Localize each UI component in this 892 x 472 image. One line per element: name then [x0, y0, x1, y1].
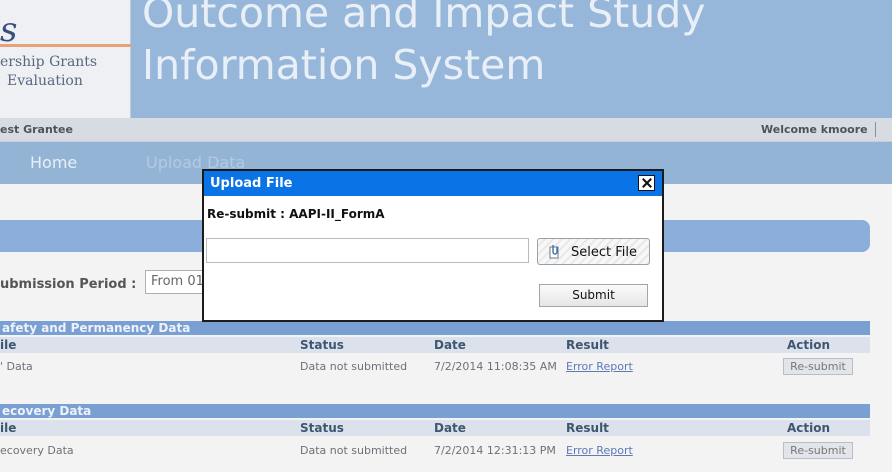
close-icon[interactable] [638, 175, 655, 191]
dialog-subtitle: Re-submit : AAPI-II_FormA [207, 207, 385, 221]
userbar-divider [875, 122, 876, 137]
nav-home[interactable]: Home [30, 153, 77, 172]
row-date: 7/2/2014 12:31:13 PM [434, 444, 556, 457]
error-report-link[interactable]: Error Report [566, 360, 633, 373]
submission-period-label: ubmission Period : [0, 277, 137, 292]
table-header: ile Status Date Result Action [0, 420, 870, 436]
section-header-recovery: ecovery Data [0, 404, 870, 418]
column-date: Date [434, 421, 466, 435]
app-title: Outcome and Impact Study Information Sys… [142, 0, 706, 88]
row-status: Data not submitted [300, 360, 408, 373]
column-title: ile [0, 338, 17, 352]
submission-period-select[interactable]: From 01 [145, 270, 207, 294]
submit-button[interactable]: Submit [539, 284, 648, 307]
dialog-title: Upload File [210, 176, 293, 191]
column-title: ile [0, 421, 17, 435]
resubmit-button[interactable]: Re-submit [783, 442, 853, 459]
welcome-message: Welcome kmoore [761, 123, 868, 136]
resubmit-button[interactable]: Re-submit [783, 358, 853, 375]
paperclip-icon [549, 245, 559, 259]
app-title-line2: Information System [142, 41, 546, 89]
select-file-button[interactable]: Select File [537, 238, 650, 265]
logo-text-line2: Evaluation [7, 73, 83, 89]
column-date: Date [434, 338, 466, 352]
table-header: ile Status Date Result Action [0, 337, 870, 353]
logo: s ership Grants Evaluation [0, 0, 131, 118]
file-path-input[interactable] [206, 238, 529, 263]
dialog-titlebar[interactable]: Upload File [204, 171, 662, 196]
row-title: ' Data [0, 360, 33, 373]
row-title: ecovery Data [0, 444, 74, 457]
logo-text-line1: ership Grants [0, 54, 98, 70]
section-header-safety-permanency: afety and Permanency Data [0, 321, 870, 335]
app-title-line1: Outcome and Impact Study [142, 0, 706, 37]
error-report-link[interactable]: Error Report [566, 444, 633, 457]
logo-swoosh [0, 44, 131, 47]
user-bar: est Grantee Welcome kmoore [0, 118, 892, 142]
column-action: Action [787, 421, 831, 435]
column-result: Result [566, 421, 609, 435]
row-status: Data not submitted [300, 444, 408, 457]
column-result: Result [566, 338, 609, 352]
app-header: s ership Grants Evaluation Outcome and I… [0, 0, 892, 118]
column-status: Status [300, 421, 344, 435]
grantee-name: est Grantee [0, 123, 73, 136]
select-file-label: Select File [571, 245, 637, 260]
column-action: Action [787, 338, 831, 352]
row-date: 7/2/2014 11:08:35 AM [434, 360, 557, 373]
column-status: Status [300, 338, 344, 352]
upload-file-dialog: Upload File Re-submit : AAPI-II_FormA Se… [202, 169, 664, 322]
